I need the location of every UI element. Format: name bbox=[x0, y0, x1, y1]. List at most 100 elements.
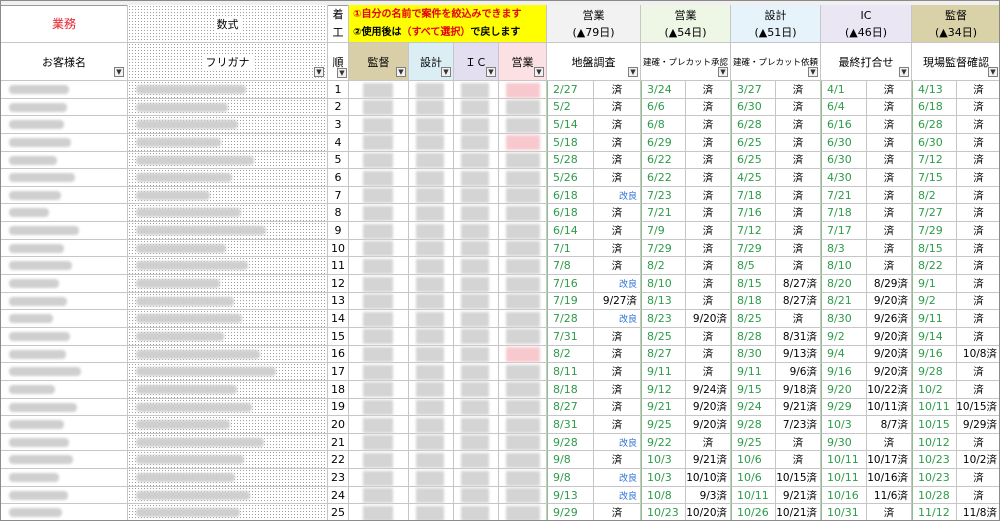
schedule-status[interactable]: 9/21済 bbox=[686, 451, 731, 470]
filter-dropdown-role[interactable]: ▼ bbox=[441, 67, 451, 77]
schedule-date[interactable]: 10/3 bbox=[641, 451, 686, 470]
filter-dropdown-customer[interactable]: ▼ bbox=[114, 67, 124, 77]
schedule-date[interactable]: 7/12 bbox=[912, 151, 957, 170]
schedule-status[interactable]: 済 bbox=[594, 151, 641, 170]
schedule-status[interactable]: 8/27済 bbox=[776, 275, 821, 293]
schedule-date[interactable]: 10/15 bbox=[912, 416, 957, 434]
schedule-date[interactable]: 8/2 bbox=[547, 345, 594, 364]
schedule-status[interactable]: 9/20済 bbox=[686, 398, 731, 417]
schedule-status[interactable]: 済 bbox=[867, 257, 912, 276]
schedule-status[interactable]: 改良 bbox=[594, 310, 641, 328]
schedule-date[interactable]: 9/8 bbox=[547, 451, 594, 470]
schedule-date[interactable]: 9/8 bbox=[547, 469, 594, 487]
schedule-status[interactable]: 済 bbox=[957, 152, 999, 170]
schedule-status[interactable]: 済 bbox=[776, 451, 821, 470]
schedule-status[interactable]: 済 bbox=[686, 345, 731, 364]
schedule-status[interactable]: 済 bbox=[957, 275, 999, 293]
schedule-date[interactable]: 5/28 bbox=[547, 151, 594, 170]
schedule-date[interactable]: 9/11 bbox=[731, 363, 776, 381]
schedule-status[interactable]: 済 bbox=[957, 222, 999, 240]
schedule-status[interactable]: 8/7済 bbox=[867, 416, 912, 434]
schedule-date[interactable]: 8/20 bbox=[821, 275, 867, 293]
schedule-date[interactable]: 9/14 bbox=[912, 327, 957, 346]
schedule-status[interactable]: 9/24済 bbox=[686, 380, 731, 399]
schedule-date[interactable]: 5/14 bbox=[547, 116, 594, 134]
schedule-date[interactable]: 10/3 bbox=[641, 469, 686, 487]
schedule-status[interactable]: 改良 bbox=[594, 433, 641, 452]
schedule-status[interactable]: 済 bbox=[867, 433, 912, 452]
schedule-date[interactable]: 8/15 bbox=[731, 275, 776, 293]
schedule-status[interactable]: 済 bbox=[957, 293, 999, 311]
schedule-date[interactable]: 7/8 bbox=[547, 257, 594, 276]
schedule-status[interactable]: 10/16済 bbox=[867, 469, 912, 487]
schedule-date[interactable]: 8/3 bbox=[821, 239, 867, 258]
schedule-status[interactable]: 9/20済 bbox=[867, 292, 912, 311]
schedule-status[interactable]: 9/27済 bbox=[594, 292, 641, 311]
schedule-date[interactable]: 9/30 bbox=[821, 433, 867, 452]
schedule-date[interactable]: 9/28 bbox=[912, 363, 957, 381]
filter-active-icon[interactable]: ▼ bbox=[337, 68, 347, 78]
schedule-date[interactable]: 4/1 bbox=[821, 81, 867, 99]
schedule-status[interactable]: 9/20済 bbox=[686, 416, 731, 434]
schedule-status[interactable]: 済 bbox=[686, 186, 731, 205]
schedule-date[interactable]: 7/16 bbox=[731, 204, 776, 223]
schedule-status[interactable]: 済 bbox=[594, 345, 641, 364]
filter-dropdown-group[interactable]: ▼ bbox=[899, 67, 909, 77]
schedule-date[interactable]: 8/13 bbox=[641, 292, 686, 311]
schedule-date[interactable]: 9/16 bbox=[912, 345, 957, 364]
schedule-status[interactable]: 9/20済 bbox=[867, 345, 912, 364]
schedule-date[interactable]: 8/21 bbox=[821, 292, 867, 311]
schedule-date[interactable]: 6/14 bbox=[547, 222, 594, 240]
schedule-date[interactable]: 10/6 bbox=[731, 451, 776, 470]
schedule-date[interactable]: 10/11 bbox=[731, 486, 776, 505]
schedule-status[interactable]: 済 bbox=[957, 363, 999, 381]
schedule-date[interactable]: 10/26 bbox=[731, 504, 776, 520]
schedule-date[interactable]: 6/30 bbox=[912, 133, 957, 152]
schedule-date[interactable]: 8/11 bbox=[547, 363, 594, 381]
schedule-status[interactable]: 済 bbox=[594, 239, 641, 258]
schedule-date[interactable]: 6/18 bbox=[547, 186, 594, 205]
schedule-date[interactable]: 10/11 bbox=[821, 469, 867, 487]
schedule-status[interactable]: 9/20済 bbox=[867, 327, 912, 346]
schedule-date[interactable]: 10/23 bbox=[912, 469, 957, 487]
schedule-date[interactable]: 9/1 bbox=[912, 275, 957, 293]
schedule-status[interactable]: 済 bbox=[594, 416, 641, 434]
schedule-date[interactable]: 8/23 bbox=[641, 310, 686, 328]
schedule-date[interactable]: 8/30 bbox=[731, 345, 776, 364]
filter-dropdown-group[interactable]: ▼ bbox=[808, 67, 818, 77]
schedule-date[interactable]: 10/31 bbox=[821, 504, 867, 520]
schedule-status[interactable]: 済 bbox=[867, 81, 912, 99]
schedule-date[interactable]: 7/21 bbox=[641, 204, 686, 223]
schedule-status[interactable]: 済 bbox=[594, 380, 641, 399]
schedule-status[interactable]: 済 bbox=[686, 151, 731, 170]
schedule-status[interactable]: 改良 bbox=[594, 486, 641, 505]
schedule-date[interactable]: 8/25 bbox=[731, 310, 776, 328]
schedule-status[interactable]: 済 bbox=[686, 116, 731, 134]
schedule-date[interactable]: 10/6 bbox=[731, 469, 776, 487]
schedule-status[interactable]: 済 bbox=[776, 310, 821, 328]
schedule-date[interactable]: 7/29 bbox=[912, 222, 957, 240]
schedule-date[interactable]: 6/29 bbox=[641, 133, 686, 152]
schedule-status[interactable]: 済 bbox=[686, 275, 731, 293]
schedule-date[interactable]: 8/27 bbox=[547, 398, 594, 417]
schedule-status[interactable]: 済 bbox=[594, 169, 641, 187]
schedule-status[interactable]: 済 bbox=[776, 433, 821, 452]
schedule-status[interactable]: 済 bbox=[957, 134, 999, 152]
schedule-status[interactable]: 9/18済 bbox=[776, 380, 821, 399]
schedule-date[interactable]: 9/11 bbox=[641, 363, 686, 381]
schedule-date[interactable]: 6/30 bbox=[821, 133, 867, 152]
schedule-status[interactable]: 済 bbox=[957, 187, 999, 205]
schedule-status[interactable]: 済 bbox=[957, 381, 999, 399]
schedule-date[interactable]: 9/20 bbox=[821, 380, 867, 399]
schedule-status[interactable]: 済 bbox=[594, 98, 641, 117]
schedule-status[interactable]: 済 bbox=[867, 169, 912, 187]
filter-dropdown-group[interactable]: ▼ bbox=[718, 67, 728, 77]
schedule-status[interactable]: 済 bbox=[594, 81, 641, 99]
schedule-status[interactable]: 済 bbox=[867, 98, 912, 117]
schedule-date[interactable]: 6/8 bbox=[641, 116, 686, 134]
schedule-date[interactable]: 8/18 bbox=[731, 292, 776, 311]
schedule-date[interactable]: 7/18 bbox=[731, 186, 776, 205]
schedule-status[interactable]: 10/10済 bbox=[686, 469, 731, 487]
schedule-date[interactable]: 7/1 bbox=[547, 239, 594, 258]
schedule-date[interactable]: 7/29 bbox=[731, 239, 776, 258]
